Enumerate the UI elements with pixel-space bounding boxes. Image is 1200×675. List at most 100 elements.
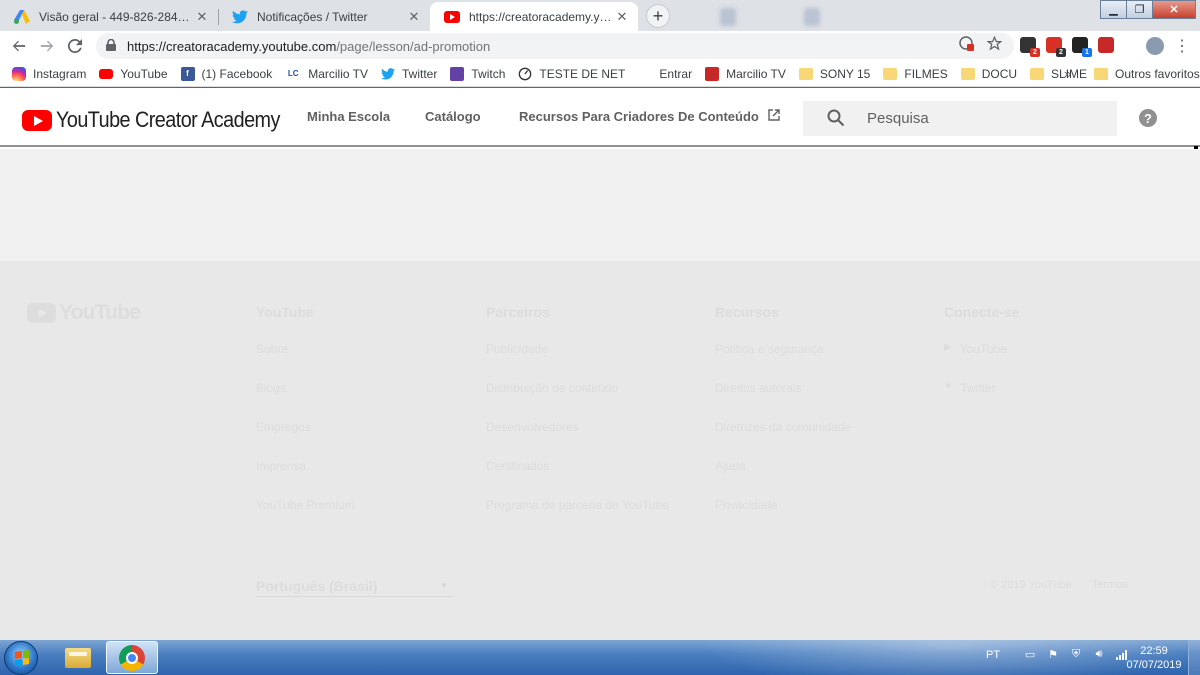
tab-creator-academy[interactable]: https://creatoracademy.youtube ✕: [430, 2, 638, 31]
footer-link[interactable]: YouTube Premium: [256, 498, 355, 537]
monitor-icon[interactable]: ▭: [1023, 648, 1037, 661]
terms-link[interactable]: Termos: [1092, 579, 1128, 591]
chevron-down-icon: ▼: [440, 581, 448, 590]
bookmark-marcilio-tv-2[interactable]: Marcilio TV: [705, 66, 786, 81]
bookmark-label: YouTube: [120, 66, 168, 81]
nav-my-school[interactable]: Minha Escola: [307, 109, 390, 124]
search-box: [803, 101, 1117, 136]
close-tab-icon[interactable]: ✕: [194, 9, 210, 25]
twitter-icon: [232, 9, 248, 23]
bookmark-label: Twitch: [471, 66, 506, 81]
bookmark-label: Outros favoritos: [1115, 67, 1200, 81]
footer-column-partners: Parceiros Publicidade Distribuição de co…: [486, 304, 669, 537]
taskbar-clock[interactable]: 22:59 07/07/2019: [1124, 644, 1184, 672]
taskbar-chrome[interactable]: [106, 641, 158, 674]
search-icon[interactable]: [827, 109, 845, 132]
footer-link[interactable]: Empregos: [256, 420, 355, 459]
other-bookmarks-folder[interactable]: Outros favoritos: [1094, 67, 1200, 81]
bookmark-facebook[interactable]: f (1) Facebook: [180, 66, 272, 81]
close-tab-icon[interactable]: ✕: [614, 9, 630, 25]
footer-link[interactable]: Desenvolvedores: [486, 420, 669, 459]
folder-icon: [798, 67, 813, 80]
external-link-icon: [768, 109, 780, 124]
footer-link[interactable]: Sobre: [256, 342, 355, 381]
bookmarks-overflow-button[interactable]: »: [1064, 66, 1071, 81]
extension-icon[interactable]: 1: [1072, 37, 1092, 57]
back-button[interactable]: [5, 32, 33, 60]
profile-avatar[interactable]: [1146, 37, 1164, 55]
footer-link[interactable]: Programa de parceria do YouTube: [486, 498, 669, 537]
new-tab-button[interactable]: +: [646, 4, 670, 28]
taskbar-explorer[interactable]: [52, 641, 104, 674]
footer-link[interactable]: Direitos autorais: [715, 381, 851, 420]
footer-youtube-logo[interactable]: YouTube: [27, 301, 141, 325]
reload-button[interactable]: [61, 32, 89, 60]
bookmark-youtube[interactable]: YouTube: [99, 66, 168, 81]
footer-link[interactable]: Imprensa: [256, 459, 355, 498]
extension-badge: 1: [1082, 48, 1092, 57]
tab-google-ads[interactable]: Visão geral - 449-826-2842 - Goo ✕: [0, 2, 218, 31]
footer-link-label: YouTube: [959, 342, 1007, 356]
windows-taskbar: PT ▭ ⚑ ⛨ 🔊︎ 22:59 07/07/2019: [0, 640, 1200, 675]
close-tab-icon[interactable]: ✕: [406, 9, 422, 25]
footer-link[interactable]: Ajuda: [715, 459, 851, 498]
bookmark-teste-de-net[interactable]: TESTE DE NET: [518, 67, 625, 81]
footer-link-twitter[interactable]: ✦ Twitter: [944, 381, 1019, 420]
footer-link-youtube[interactable]: ▶ YouTube: [944, 342, 1019, 381]
bookmark-label: Entrar: [659, 66, 693, 81]
extension-icon[interactable]: 2: [1020, 37, 1040, 57]
extension-icon[interactable]: 2: [1046, 37, 1066, 57]
bookmark-folder-docu[interactable]: DOCU: [960, 67, 1017, 81]
footer-column-title: Parceiros: [486, 304, 550, 320]
close-window-button[interactable]: ✕: [1152, 0, 1196, 19]
folder-icon: [1094, 68, 1108, 80]
footer-link[interactable]: Distribuição de conteúdo: [486, 381, 669, 420]
forward-button[interactable]: [33, 32, 61, 60]
tab-twitter[interactable]: Notificações / Twitter ✕: [218, 2, 430, 31]
volume-icon[interactable]: 🔊︎: [1092, 648, 1106, 661]
star-bookmark-icon[interactable]: [986, 35, 1003, 56]
browser-tab-strip: Visão geral - 449-826-2842 - Goo ✕ Notif…: [0, 0, 1200, 31]
menu-kebab-icon[interactable]: ⋮: [1174, 36, 1190, 56]
show-desktop-button[interactable]: [1188, 640, 1200, 675]
start-button[interactable]: [4, 641, 38, 675]
clock-time: 22:59: [1140, 645, 1168, 657]
footer-link[interactable]: Diretrizes da comunidade: [715, 420, 851, 459]
nav-resources[interactable]: Recursos Para Criadores De Conteúdo: [519, 109, 780, 124]
bookmark-folder-sony[interactable]: SONY 15: [798, 67, 870, 81]
help-icon[interactable]: ?: [1139, 109, 1157, 127]
nav-catalog[interactable]: Catálogo: [425, 109, 481, 124]
language-select[interactable]: Português (Brasil) ▼: [256, 575, 454, 597]
security-icon[interactable]: ⛨: [1069, 648, 1083, 661]
footer-link[interactable]: Publicidade: [486, 342, 669, 381]
bookmark-marcilio-tv[interactable]: LC Marcilio TV: [285, 67, 368, 81]
maximize-button[interactable]: ❐: [1126, 0, 1153, 19]
action-center-icon[interactable]: ⚑: [1046, 648, 1060, 661]
bookmark-twitch[interactable]: Twitch: [450, 66, 506, 81]
blocked-content-icon[interactable]: [959, 36, 975, 56]
bookmark-twitter[interactable]: Twitter: [381, 67, 437, 81]
folder-icon: [883, 67, 898, 80]
footer-logo-text: YouTube: [59, 301, 141, 324]
youtube-play-icon: [22, 109, 52, 131]
extension-tb-icon[interactable]: [1098, 37, 1114, 53]
minimize-button[interactable]: ▁: [1100, 0, 1127, 19]
bookmark-folder-filmes[interactable]: FILMES: [883, 67, 948, 81]
instagram-icon: [12, 66, 26, 81]
footer-link[interactable]: Blogs: [256, 381, 355, 420]
language-value: Português (Brasil): [256, 577, 378, 594]
bookmark-instagram[interactable]: Instagram: [12, 66, 86, 81]
search-input[interactable]: [867, 101, 1107, 136]
creator-academy-logo[interactable]: YouTube Creator Academy: [22, 107, 305, 133]
bookmark-folder-slime[interactable]: SLIME: [1030, 67, 1087, 81]
bookmark-entrar[interactable]: Entrar: [638, 67, 692, 81]
footer-link[interactable]: Privacidade: [715, 498, 851, 537]
youtube-icon: [99, 68, 114, 79]
footer-column-youtube: YouTube Sobre Blogs Empregos Imprensa Yo…: [256, 304, 355, 537]
language-indicator[interactable]: PT: [986, 649, 1000, 661]
footer-link-label: Twitter: [960, 381, 996, 395]
footer-link[interactable]: Política e segurança: [715, 342, 851, 381]
address-bar[interactable]: https://creatoracademy.youtube.com/page/…: [96, 33, 1014, 59]
tab-title: Notificações / Twitter: [257, 9, 368, 24]
footer-link[interactable]: Certificados: [486, 459, 669, 498]
